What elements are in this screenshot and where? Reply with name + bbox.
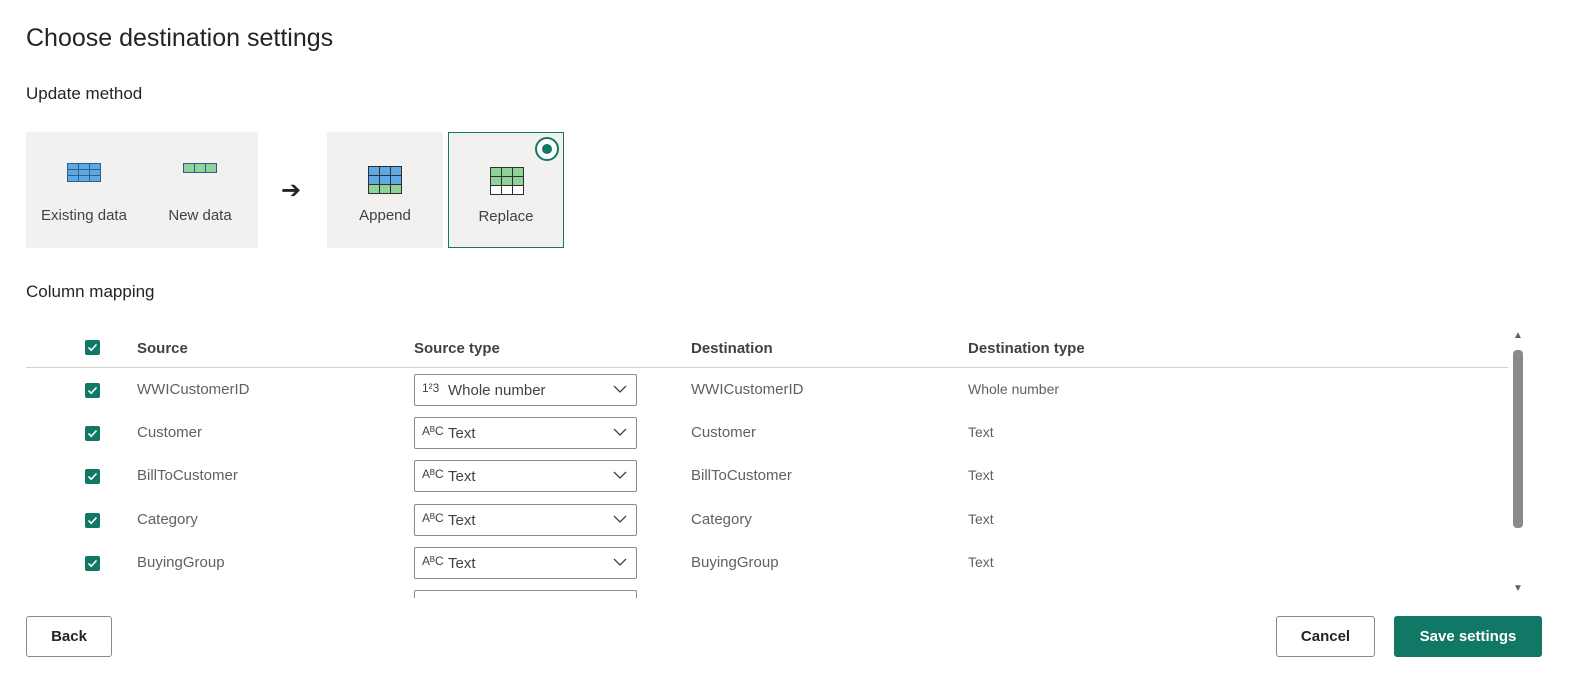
scroll-up-icon[interactable]: ▲ [1513,330,1523,341]
header-destination-type: Destination type [968,340,1085,357]
new-data-label: New data [168,207,232,224]
source-type-dropdown[interactable]: AᴮC Text [414,547,637,579]
source-type-dropdown[interactable]: 1²3 Whole number [414,374,637,406]
header-source-type: Source type [414,340,500,357]
source-cell: BillToCustomer [137,467,238,484]
cancel-button[interactable]: Cancel [1276,616,1375,657]
destination-cell: Category [691,511,752,528]
text-type-icon: AᴮC [422,554,444,568]
append-option[interactable]: Append [327,132,443,248]
row-checkbox[interactable] [85,513,100,528]
text-type-icon: AᴮC [422,511,444,525]
chevron-down-icon [613,385,627,393]
existing-data-label: Existing data [41,207,127,224]
source-cell: Customer [137,424,203,441]
source-type-value: Text [448,512,476,529]
replace-radio[interactable] [535,137,559,161]
chevron-down-icon [613,428,627,436]
column-mapping-label: Column mapping [26,282,155,301]
grid-scrollbar[interactable]: ▲ ▼ [1510,330,1526,598]
chevron-down-icon [613,558,627,566]
table-row: WWICustomerID 1²3 Whole number WWICustom… [26,369,1508,412]
text-type-icon: AᴮC [422,424,444,438]
whole-number-icon: 1²3 [422,381,440,395]
header-destination: Destination [691,340,773,357]
table-row [26,585,1508,598]
source-type-dropdown[interactable]: AᴮC Text [414,417,637,449]
source-cell: WWICustomerID [137,381,250,398]
replace-option[interactable]: Replace [448,132,564,248]
row-checkbox[interactable] [85,469,100,484]
grid-header: Source Source type Destination Destinati… [26,330,1508,368]
destination-type-cell: Whole number [968,381,1060,397]
replace-label: Replace [478,208,534,225]
existing-data-preview: Existing data [26,132,142,248]
row-checkbox[interactable] [85,426,100,441]
new-data-preview: New data [142,132,258,248]
chevron-down-icon [613,515,627,523]
source-type-dropdown[interactable]: AᴮC Text [414,504,637,536]
source-type-value: Whole number [448,382,546,399]
table-row: BuyingGroup AᴮC Text BuyingGroup Text [26,542,1508,585]
append-table-icon [368,166,402,194]
destination-cell: BillToCustomer [691,467,792,484]
source-type-value: Text [448,468,476,485]
table-row: BillToCustomer AᴮC Text BillToCustomer T… [26,455,1508,498]
scrollbar-thumb[interactable] [1513,350,1523,528]
source-cell: Category [137,511,198,528]
table-row: Category AᴮC Text Category Text [26,499,1508,542]
destination-cell: BuyingGroup [691,554,779,571]
row-checkbox[interactable] [85,556,100,571]
update-method-label: Update method [26,84,143,103]
new-data-table-icon [183,163,217,173]
column-mapping-grid: Source Source type Destination Destinati… [26,330,1508,598]
header-source: Source [137,340,188,357]
destination-cell: Customer [691,424,757,441]
source-cell: BuyingGroup [137,554,225,571]
chevron-down-icon [613,471,627,479]
destination-type-cell: Text [968,554,994,570]
destination-cell: WWICustomerID [691,381,804,398]
destination-type-cell: Text [968,467,994,483]
existing-data-table-icon [67,163,101,182]
text-type-icon: AᴮC [422,467,444,481]
save-settings-button[interactable]: Save settings [1394,616,1542,657]
scroll-down-icon[interactable]: ▼ [1513,583,1523,594]
source-type-value: Text [448,555,476,572]
destination-type-cell: Text [968,424,994,440]
source-type-dropdown[interactable] [414,590,637,598]
data-preview-tile: Existing data New data [26,132,258,248]
source-type-dropdown[interactable]: AᴮC Text [414,460,637,492]
replace-table-icon [490,167,524,195]
source-type-value: Text [448,425,476,442]
append-label: Append [359,207,411,224]
destination-type-cell: Text [968,511,994,527]
row-checkbox[interactable] [85,383,100,398]
table-row: Customer AᴮC Text Customer Text [26,412,1508,455]
page-title: Choose destination settings [26,24,334,52]
back-button[interactable]: Back [26,616,112,657]
arrow-right-icon: ➔ [281,177,302,204]
select-all-checkbox[interactable] [85,340,100,355]
